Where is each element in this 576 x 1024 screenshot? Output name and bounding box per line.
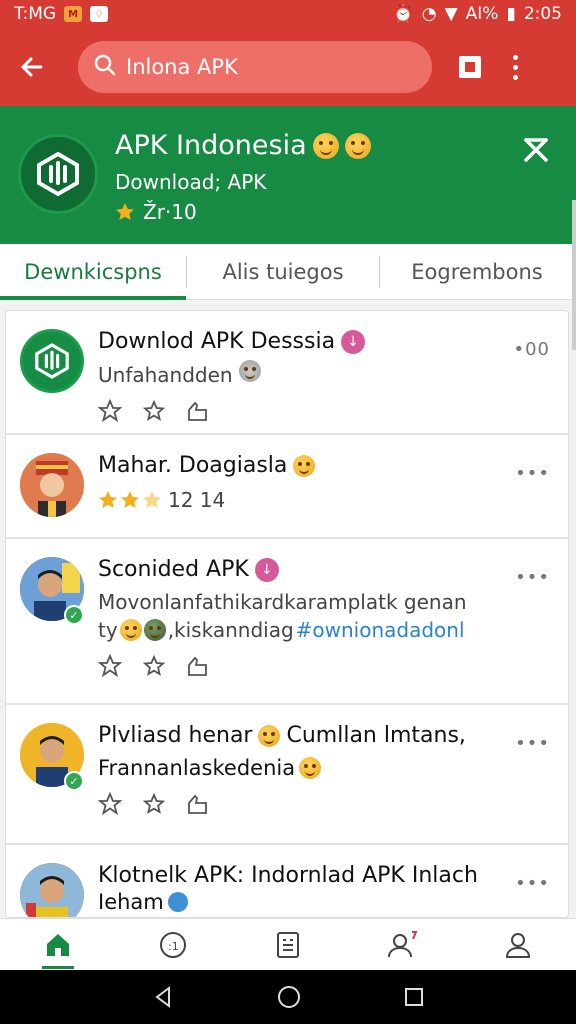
chat-icon: :1 xyxy=(159,931,186,958)
rating-stars xyxy=(98,490,162,510)
close-icon[interactable] xyxy=(518,132,554,168)
star-outline-icon[interactable] xyxy=(142,654,166,678)
tab-bar: Dewnkicspns Alis tuiegos Eogrembons xyxy=(0,244,576,300)
smile-emoji-icon xyxy=(119,619,142,641)
list-item[interactable]: ✓ Sconided APK ↓ Movonlanfathikardkaramp… xyxy=(6,539,568,705)
star-outline-icon[interactable] xyxy=(142,792,166,816)
nav-list[interactable] xyxy=(258,921,318,969)
post-actions xyxy=(98,654,554,678)
download-badge-icon: ↓ xyxy=(341,329,366,354)
post-title: Sconided APK ↓ xyxy=(98,557,554,582)
post-title: Plvliasd henar Cumllan lmtans, xyxy=(98,723,466,748)
tab-games[interactable]: Alis tuiegos xyxy=(187,244,379,300)
verified-check-icon: ✓ xyxy=(64,771,84,791)
search-input[interactable] xyxy=(126,55,406,79)
hashtag-link[interactable]: #ownionadadonl xyxy=(296,616,465,644)
star-half-icon xyxy=(143,491,161,508)
alarm-icon: ⏰ xyxy=(392,4,414,24)
post-actions xyxy=(98,792,554,816)
search-bar[interactable] xyxy=(78,41,432,93)
avatar[interactable] xyxy=(20,329,84,393)
notification-app-icon: M xyxy=(64,6,83,22)
channel-title: APK Indonesia xyxy=(115,130,371,161)
post-title: Klotnelk APK: Indornlad APK Inlach xyxy=(98,863,478,888)
post-text: Unfahandden xyxy=(98,360,554,389)
share-icon[interactable] xyxy=(98,399,122,423)
svg-text::1: :1 xyxy=(168,940,179,953)
verified-check-icon: ✓ xyxy=(64,605,84,625)
tab-downloads[interactable]: Dewnkicspns xyxy=(0,244,186,300)
home-circle-icon[interactable] xyxy=(276,984,302,1010)
tab-others[interactable]: Eogrembons xyxy=(380,244,574,300)
notification-shop-icon: ♢ xyxy=(90,6,109,22)
blue-badge-icon xyxy=(167,892,188,912)
carrier-label: T:MG xyxy=(14,4,57,24)
star-icon xyxy=(99,491,117,508)
app-bar xyxy=(0,28,576,106)
search-icon xyxy=(94,54,116,80)
user-notification-icon xyxy=(388,930,418,957)
time-label: 2:05 xyxy=(523,4,562,24)
apk-logo-icon xyxy=(18,134,98,214)
post-text: Ieham xyxy=(98,888,554,916)
overflow-menu-icon[interactable] xyxy=(500,47,530,87)
like-icon[interactable] xyxy=(186,399,210,423)
back-arrow-icon[interactable] xyxy=(12,47,52,87)
profile-icon xyxy=(506,932,531,958)
nav-home[interactable] xyxy=(28,921,88,969)
download-badge-icon: ↓ xyxy=(254,557,279,582)
smile-emoji-icon xyxy=(344,132,371,159)
nav-profile[interactable] xyxy=(488,921,548,969)
channel-rating: Žr·10 xyxy=(115,200,197,224)
channel-header: APK Indonesia Download; APK Žr·10 xyxy=(0,106,576,244)
smile-emoji-icon xyxy=(299,757,322,779)
like-icon[interactable] xyxy=(186,654,210,678)
post-feed: Downlod APK Desssia ↓ Unfahandden •00 Ma… xyxy=(5,310,569,918)
avatar[interactable] xyxy=(20,453,84,517)
list-icon xyxy=(276,931,299,958)
post-title: Downlod APK Desssia ↓ xyxy=(98,329,554,354)
smile-emoji-icon xyxy=(293,454,316,477)
list-item[interactable]: Klotnelk APK: Indornlad APK Inlach Ieham… xyxy=(6,845,568,917)
channel-subtitle: Download; APK xyxy=(115,170,267,194)
more-options-icon[interactable]: ••• xyxy=(515,463,550,484)
emoji-icon xyxy=(238,360,261,382)
post-rating: 12 14 xyxy=(98,488,554,512)
battery-percent: AI% xyxy=(465,4,499,24)
list-item[interactable]: ✓ Plvliasd henar Cumllan lmtans, Frannan… xyxy=(6,705,568,845)
more-options-icon[interactable]: ••• xyxy=(515,733,550,754)
like-icon[interactable] xyxy=(186,792,210,816)
list-item[interactable]: Downlod APK Desssia ↓ Unfahandden •00 xyxy=(6,311,568,435)
recents-square-icon[interactable] xyxy=(403,986,425,1008)
more-options-icon[interactable]: •00 xyxy=(513,339,550,360)
more-options-icon[interactable]: ••• xyxy=(515,567,550,588)
tab-switcher-icon[interactable] xyxy=(450,47,490,87)
bottom-navigation: :1 xyxy=(0,918,576,970)
wifi-icon: ▼ xyxy=(444,4,458,24)
share-icon[interactable] xyxy=(98,654,122,678)
more-options-icon[interactable]: ••• xyxy=(515,873,550,894)
face-emoji-icon xyxy=(143,619,166,641)
system-navigation-bar xyxy=(0,970,576,1024)
list-item[interactable]: Mahar. Doagiasla 12 14 ••• xyxy=(6,435,568,539)
nav-chat[interactable]: :1 xyxy=(143,921,203,969)
home-icon xyxy=(46,933,69,956)
star-icon xyxy=(121,491,139,508)
smile-emoji-icon xyxy=(258,724,281,747)
battery-icon: ▮ xyxy=(506,4,516,24)
scrollbar[interactable] xyxy=(572,200,576,350)
star-outline-icon[interactable] xyxy=(142,399,166,423)
back-triangle-icon[interactable] xyxy=(151,985,175,1009)
post-title: Mahar. Doagiasla xyxy=(98,453,554,478)
status-bar: T:MG M ♢ ⏰ ◔ ▼ AI% ▮ 2:05 xyxy=(0,0,576,28)
avatar[interactable] xyxy=(20,863,84,917)
smile-emoji-icon xyxy=(312,132,339,159)
post-text: Movonlanfathikardkaramplatk genan ty ,ki… xyxy=(98,590,467,644)
post-actions xyxy=(98,399,554,423)
nav-notifications[interactable] xyxy=(373,921,433,969)
share-icon[interactable] xyxy=(98,792,122,816)
clock-icon: ◔ xyxy=(421,4,437,24)
post-text: Frannanlaskedenia xyxy=(98,754,554,782)
star-icon xyxy=(116,203,134,220)
